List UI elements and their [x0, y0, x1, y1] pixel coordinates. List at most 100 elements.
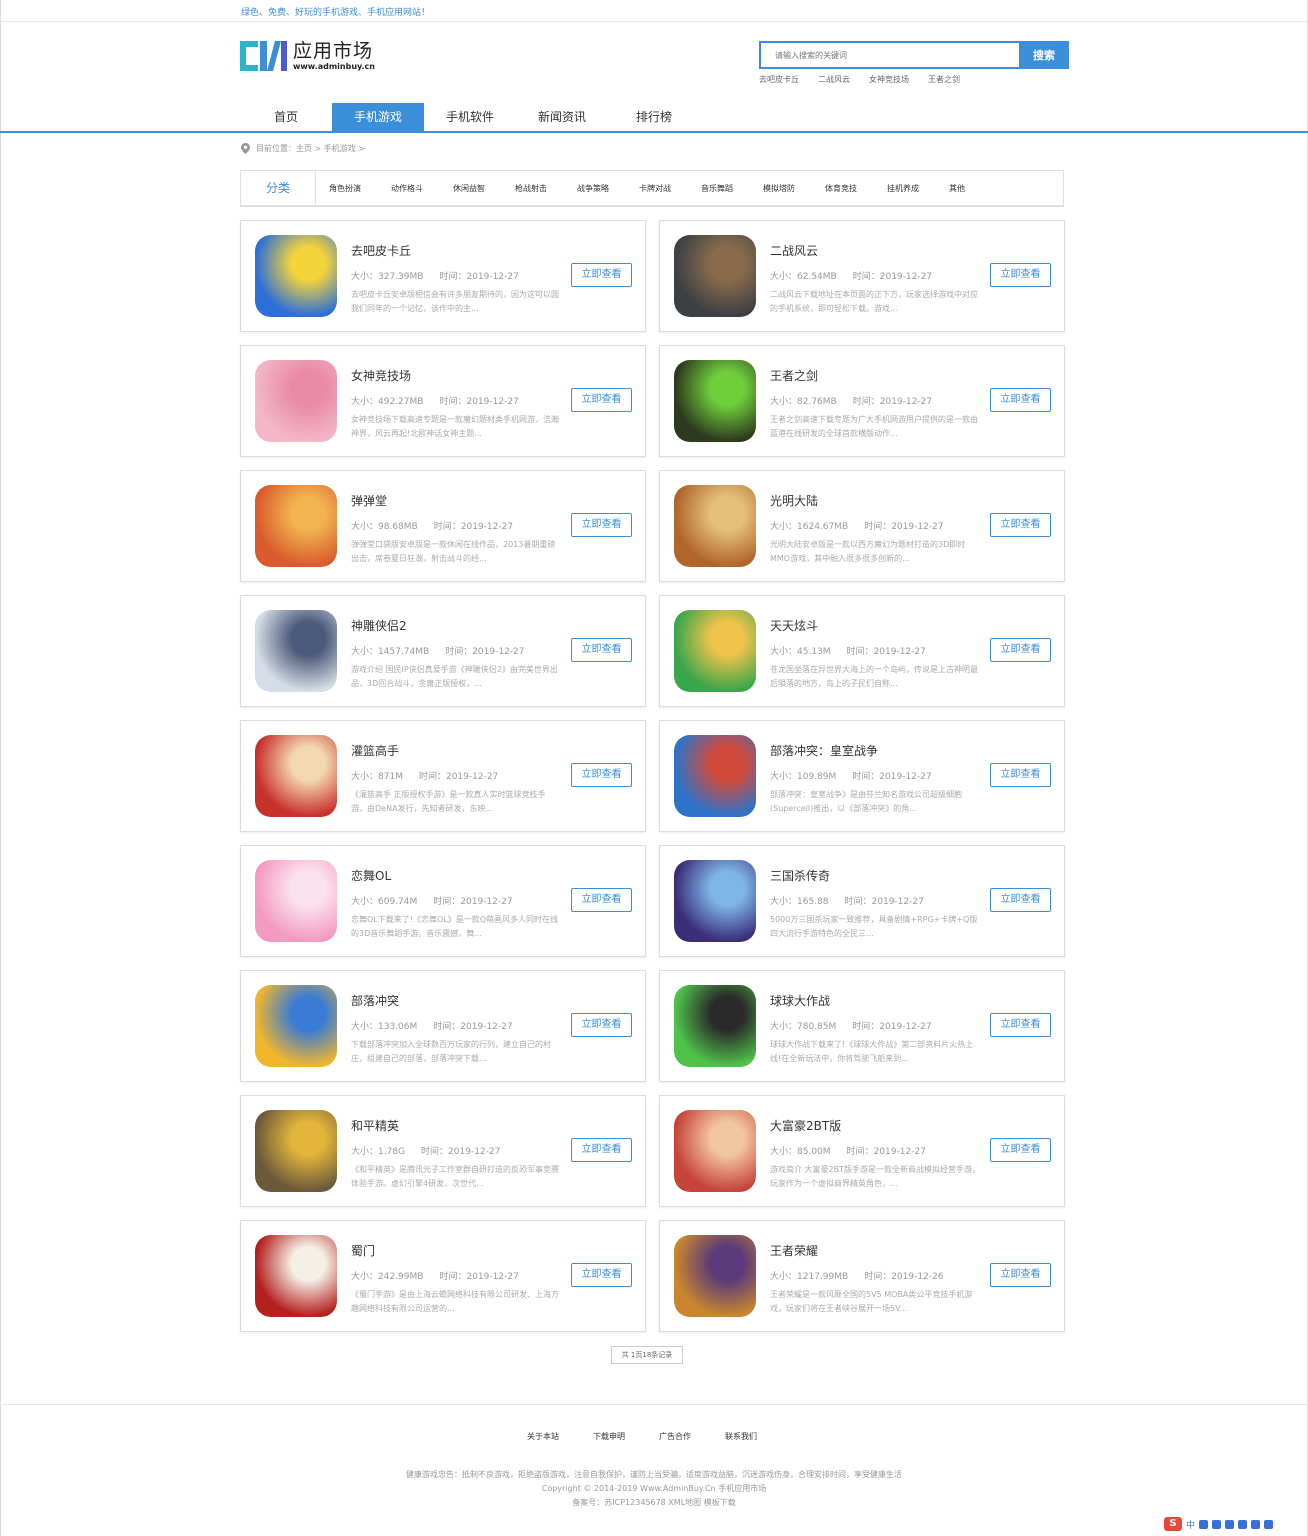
app-name[interactable]: 王者之剑 — [770, 367, 818, 384]
view-now-button[interactable]: 立即查看 — [571, 263, 632, 287]
view-now-button[interactable]: 立即查看 — [990, 1138, 1051, 1162]
category-item[interactable]: 角色扮演 — [329, 183, 378, 194]
app-icon[interactable] — [255, 860, 337, 942]
app-icon[interactable] — [674, 1110, 756, 1192]
ime-punct-icon[interactable] — [1199, 1519, 1209, 1529]
app-name[interactable]: 蜀门 — [351, 1242, 375, 1259]
app-name[interactable]: 女神竞技场 — [351, 367, 411, 384]
category-item[interactable]: 模拟塔防 — [763, 183, 812, 194]
footer-link-ads[interactable]: 广告合作 — [659, 1431, 691, 1442]
app-icon[interactable] — [255, 235, 337, 317]
app-card[interactable]: 女神竞技场 大小：492.27MB 时间：2019-12-27 女神竞技场下载高速专题… — [240, 345, 646, 457]
view-now-button[interactable]: 立即查看 — [571, 388, 632, 412]
search-input[interactable] — [759, 41, 1019, 69]
category-item[interactable]: 音乐舞蹈 — [701, 183, 750, 194]
view-now-button[interactable]: 立即查看 — [990, 263, 1051, 287]
app-icon[interactable] — [255, 485, 337, 567]
view-now-button[interactable]: 立即查看 — [990, 1013, 1051, 1037]
view-now-button[interactable]: 立即查看 — [990, 638, 1051, 662]
view-now-button[interactable]: 立即查看 — [990, 1263, 1051, 1287]
ime-logo-icon[interactable]: S — [1164, 1517, 1182, 1531]
app-card[interactable]: 球球大作战 大小：780.85M 时间：2019-12-27 球球大作战下载来了!《球… — [659, 970, 1065, 1082]
app-name[interactable]: 部落冲突 — [351, 992, 399, 1009]
app-icon[interactable] — [674, 860, 756, 942]
app-card[interactable]: 部落冲突：皇室战争 大小：109.89M 时间：2019-12-27 部落冲突：皇室战… — [659, 720, 1065, 832]
category-item[interactable]: 卡牌对战 — [639, 183, 688, 194]
view-now-button[interactable]: 立即查看 — [990, 388, 1051, 412]
app-card[interactable]: 二战风云 大小：62.54MB 时间：2019-12-27 二战风云下载地址在本页面的… — [659, 220, 1065, 332]
app-name[interactable]: 部落冲突：皇室战争 — [770, 742, 878, 759]
app-icon[interactable] — [674, 360, 756, 442]
app-card[interactable]: 三国杀传奇 大小：165.88 时间：2019-12-27 5000万三国杀玩家一致推… — [659, 845, 1065, 957]
app-card[interactable]: 大富豪2BT版 大小：85.00M 时间：2019-12-27 游戏简介 大富豪2BT… — [659, 1095, 1065, 1207]
app-card[interactable]: 蜀门 大小：242.99MB 时间：2019-12-27 《蜀门手游》是由上海云蟾网络… — [240, 1220, 646, 1332]
ime-toolbar[interactable]: S 中 — [1164, 1517, 1274, 1531]
app-name[interactable]: 球球大作战 — [770, 992, 830, 1009]
hot-keyword[interactable]: 二战风云 — [818, 74, 850, 85]
app-icon[interactable] — [255, 1235, 337, 1317]
category-item[interactable]: 挂机养成 — [887, 183, 936, 194]
hot-keyword[interactable]: 女神竞技场 — [869, 74, 909, 85]
view-now-button[interactable]: 立即查看 — [571, 513, 632, 537]
view-now-button[interactable]: 立即查看 — [571, 1013, 632, 1037]
nav-item-news[interactable]: 新闻资讯 — [516, 103, 608, 132]
nav-item-mobile-software[interactable]: 手机软件 — [424, 103, 516, 132]
app-icon[interactable] — [674, 735, 756, 817]
app-icon[interactable] — [255, 985, 337, 1067]
category-item[interactable]: 休闲益智 — [453, 183, 502, 194]
app-name[interactable]: 光明大陆 — [770, 492, 818, 509]
app-card[interactable]: 神雕侠侣2 大小：1457.74MB 时间：2019-12-27 游戏介绍 国民IP侠… — [240, 595, 646, 707]
app-name[interactable]: 神雕侠侣2 — [351, 617, 407, 634]
hot-keyword[interactable]: 王者之剑 — [928, 74, 960, 85]
site-logo[interactable]: 应用市场 www.adminbuy.cn — [239, 38, 375, 74]
ime-user-icon[interactable] — [1251, 1519, 1261, 1529]
ime-mic-icon[interactable] — [1225, 1519, 1235, 1529]
nav-item-mobile-games[interactable]: 手机游戏 — [332, 103, 424, 132]
category-item[interactable]: 体育竞技 — [825, 183, 874, 194]
view-now-button[interactable]: 立即查看 — [571, 763, 632, 787]
view-now-button[interactable]: 立即查看 — [571, 638, 632, 662]
hot-keyword[interactable]: 去吧皮卡丘 — [759, 74, 799, 85]
app-icon[interactable] — [255, 610, 337, 692]
footer-link-about[interactable]: 关于本站 — [527, 1431, 559, 1442]
breadcrumb-text[interactable]: 目前位置：主页 > 手机游戏 > — [256, 143, 365, 154]
ime-skin-icon[interactable] — [1264, 1519, 1274, 1529]
category-item[interactable]: 战争策略 — [577, 183, 626, 194]
nav-item-home[interactable]: 首页 — [240, 103, 332, 132]
view-now-button[interactable]: 立即查看 — [990, 513, 1051, 537]
app-icon[interactable] — [674, 1235, 756, 1317]
ime-language[interactable]: 中 — [1186, 1518, 1195, 1531]
app-icon[interactable] — [674, 985, 756, 1067]
nav-item-ranking[interactable]: 排行榜 — [608, 103, 700, 132]
app-card[interactable]: 弹弹堂 大小：98.68MB 时间：2019-12-27 弹弹堂口袋版安卓版是一款休闲… — [240, 470, 646, 582]
view-now-button[interactable]: 立即查看 — [571, 1263, 632, 1287]
app-name[interactable]: 天天炫斗 — [770, 617, 818, 634]
footer-link-disclaimer[interactable]: 下载申明 — [593, 1431, 625, 1442]
app-icon[interactable] — [674, 610, 756, 692]
app-icon[interactable] — [255, 735, 337, 817]
app-card[interactable]: 王者荣耀 大小：1217.99MB 时间：2019-12-26 王者荣耀是一款风靡全国… — [659, 1220, 1065, 1332]
category-item[interactable]: 动作格斗 — [391, 183, 440, 194]
footer-link-contact[interactable]: 联系我们 — [725, 1431, 757, 1442]
ime-emoji-icon[interactable] — [1212, 1519, 1222, 1529]
app-name[interactable]: 三国杀传奇 — [770, 867, 830, 884]
app-name[interactable]: 恋舞OL — [351, 867, 391, 884]
view-now-button[interactable]: 立即查看 — [990, 763, 1051, 787]
app-icon[interactable] — [674, 235, 756, 317]
category-item[interactable]: 其他 — [949, 183, 998, 194]
app-card[interactable]: 部落冲突 大小：133.06M 时间：2019-12-27 下载部落冲突加入全球数百万… — [240, 970, 646, 1082]
app-name[interactable]: 灌篮高手 — [351, 742, 399, 759]
category-item[interactable]: 枪战射击 — [515, 183, 564, 194]
app-name[interactable]: 弹弹堂 — [351, 492, 387, 509]
app-card[interactable]: 天天炫斗 大小：45.13M 时间：2019-12-27 苍龙国坐落在异世界大海上的一… — [659, 595, 1065, 707]
app-icon[interactable] — [674, 485, 756, 567]
app-name[interactable]: 去吧皮卡丘 — [351, 242, 411, 259]
app-name[interactable]: 大富豪2BT版 — [770, 1117, 841, 1134]
app-card[interactable]: 去吧皮卡丘 大小：327.39MB 时间：2019-12-27 去吧皮卡丘安卓版相信会… — [240, 220, 646, 332]
view-now-button[interactable]: 立即查看 — [571, 888, 632, 912]
search-button[interactable]: 搜索 — [1019, 41, 1069, 69]
app-name[interactable]: 和平精英 — [351, 1117, 399, 1134]
app-card[interactable]: 光明大陆 大小：1624.67MB 时间：2019-12-27 光明大陆安卓版是一款以… — [659, 470, 1065, 582]
ime-keyboard-icon[interactable] — [1238, 1519, 1248, 1529]
app-card[interactable]: 和平精英 大小：1.78G 时间：2019-12-27 《和平精英》是腾讯光子工作室群… — [240, 1095, 646, 1207]
